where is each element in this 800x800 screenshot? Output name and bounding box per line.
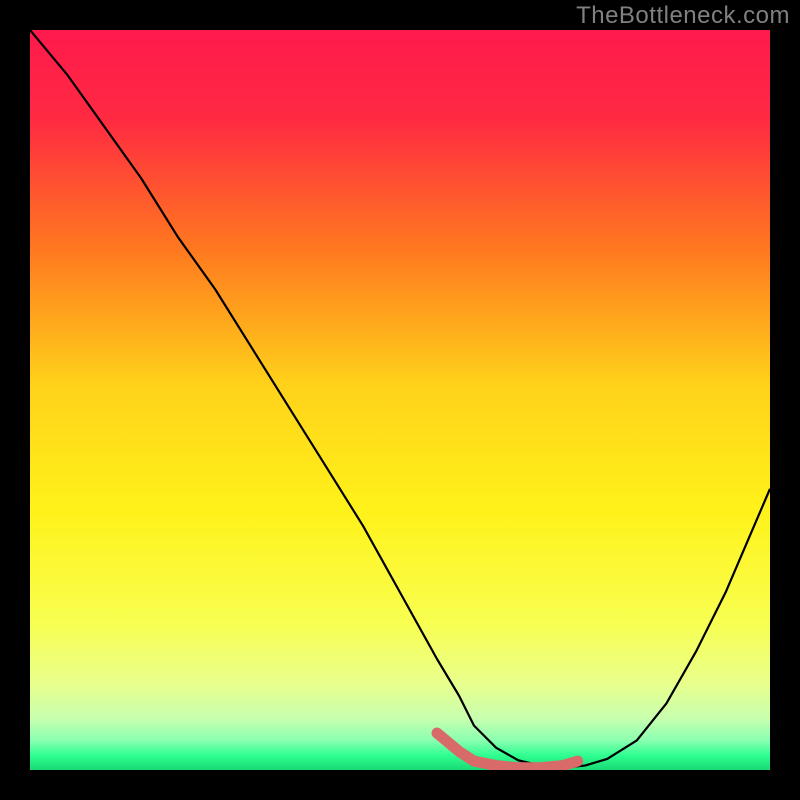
watermark-text: TheBottleneck.com	[576, 2, 790, 30]
gradient-background	[30, 30, 770, 770]
chart-frame: TheBottleneck.com	[0, 0, 800, 800]
bottleneck-chart	[30, 30, 770, 770]
